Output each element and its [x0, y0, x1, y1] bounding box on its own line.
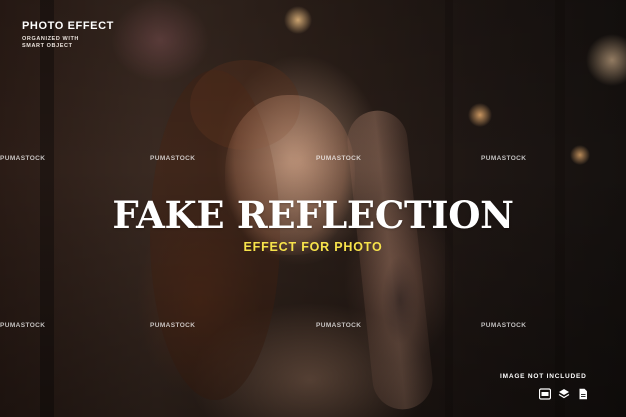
watermark: PUMASTOCK — [150, 322, 196, 329]
subheadline: EFFECT FOR PHOTO — [243, 240, 383, 254]
document-icon — [576, 387, 589, 400]
layers-icon — [557, 387, 570, 400]
brand-block: PHOTO EFFECT ORGANIZED WITH SMART OBJECT — [22, 20, 114, 50]
footer-icon-row — [538, 387, 589, 400]
footer-note: IMAGE NOT INCLUDED — [500, 373, 587, 380]
watermark: PUMASTOCK — [316, 155, 362, 162]
watermark: PUMASTOCK — [0, 155, 46, 162]
watermark: PUMASTOCK — [481, 322, 527, 329]
brand-subtitle-line2: SMART OBJECT — [22, 43, 73, 49]
photo-effect-preview: PHOTO EFFECT ORGANIZED WITH SMART OBJECT… — [0, 0, 626, 417]
headline: FAKE REFLECTION — [112, 193, 514, 237]
brand-subtitle-line1: ORGANIZED WITH — [22, 36, 79, 42]
watermark: PUMASTOCK — [316, 322, 362, 329]
brand-title: PHOTO EFFECT — [22, 20, 114, 32]
watermark: PUMASTOCK — [481, 155, 527, 162]
watermark: PUMASTOCK — [150, 155, 196, 162]
photoshop-file-icon — [538, 387, 551, 400]
watermark: PUMASTOCK — [0, 322, 46, 329]
